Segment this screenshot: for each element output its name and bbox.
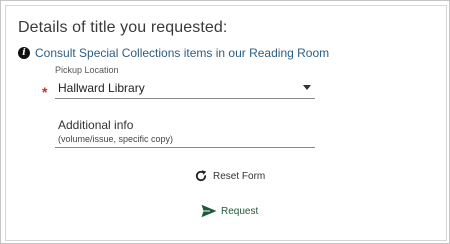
info-icon: i (18, 47, 30, 59)
required-marker: * (42, 84, 48, 100)
reset-icon (195, 170, 207, 182)
pickup-location-label: Pickup Location (55, 65, 119, 75)
info-row: i Consult Special Collections items in o… (18, 46, 329, 60)
pickup-location-select[interactable]: Hallward Library (55, 77, 315, 99)
page-frame: Details of title you requested: i Consul… (0, 0, 450, 244)
additional-info-hint: (volume/issue, specific copy) (58, 134, 174, 144)
chevron-down-icon (303, 85, 311, 90)
reset-form-button[interactable]: Reset Form (194, 169, 265, 183)
request-label: Request (221, 205, 259, 217)
pickup-location-value: Hallward Library (58, 81, 145, 95)
additional-info-field[interactable]: Additional info (volume/issue, specific … (55, 113, 315, 148)
form-title: Details of title you requested: (18, 19, 228, 36)
request-button[interactable]: Request (201, 204, 258, 218)
send-icon (201, 204, 217, 218)
reset-form-label: Reset Form (213, 170, 266, 182)
special-collections-link[interactable]: Consult Special Collections items in our… (35, 46, 329, 60)
additional-info-label: Additional info (58, 118, 134, 132)
request-form-card: Details of title you requested: i Consul… (5, 5, 447, 241)
